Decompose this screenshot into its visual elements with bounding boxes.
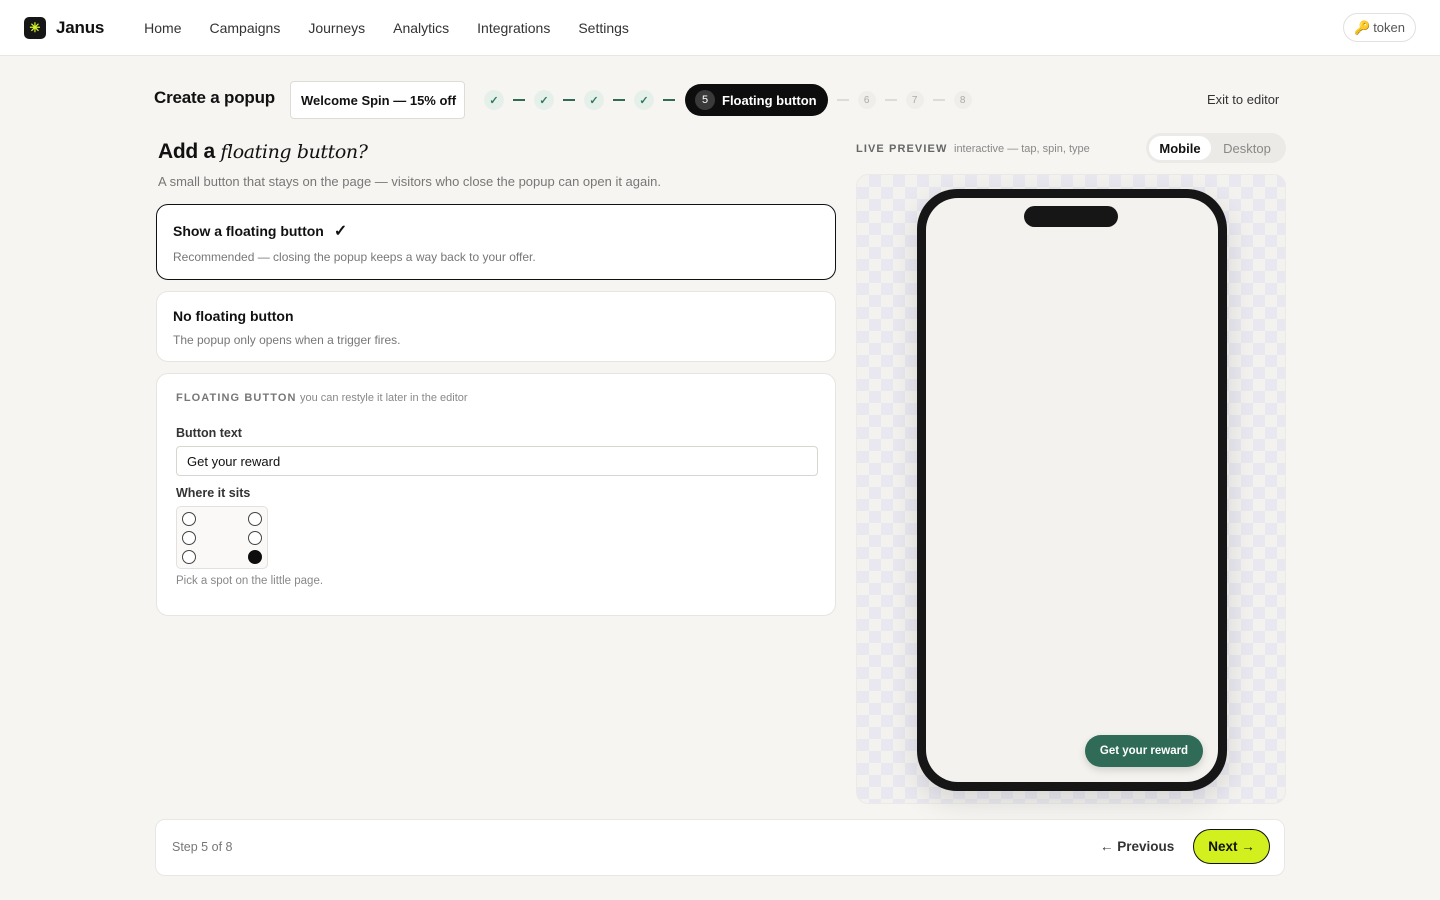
option-title: No floating button (173, 308, 819, 324)
step-connector (613, 99, 625, 101)
phone-frame: Get your reward (917, 189, 1227, 791)
nav-item-journeys[interactable]: Journeys (308, 20, 365, 36)
step-1-done-check-icon[interactable]: ✓ (484, 90, 504, 110)
nav-item-home[interactable]: Home (144, 20, 181, 36)
wizard-stepper: ✓ ✓ ✓ ✓ 5 Floating button 6 7 8 (484, 84, 972, 116)
live-preview-note: interactive — tap, spin, type (954, 143, 1090, 155)
exit-to-editor-link[interactable]: Exit to editor (1207, 92, 1279, 107)
step-8: 8 (953, 91, 972, 109)
checkmark-icon: ✓ (333, 223, 348, 240)
option-show-floating-button[interactable]: Show a floating button ✓ Recommended — c… (156, 204, 836, 280)
page-title: Create a popup (154, 88, 275, 107)
button-text-input[interactable] (176, 446, 818, 476)
device-toggle-mobile[interactable]: Mobile (1149, 136, 1211, 160)
position-middle-right-radio[interactable] (248, 531, 262, 545)
nav-item-campaigns[interactable]: Campaigns (210, 20, 281, 36)
preview-floating-button[interactable]: Get your reward (1085, 735, 1203, 767)
nav-item-analytics[interactable]: Analytics (393, 20, 449, 36)
option-title-text: Show a floating button (173, 223, 324, 239)
step-active-label: Floating button (722, 92, 817, 108)
position-top-left-radio[interactable] (182, 512, 196, 526)
config-eyebrow: FLOATING BUTTON (176, 392, 297, 404)
brand-logo-icon: ✳ (24, 16, 46, 39)
step-connector (836, 99, 849, 101)
position-picker (176, 506, 268, 569)
step-6: 6 (857, 91, 876, 109)
token-label: token (1373, 20, 1405, 35)
section-heading-italic: floating button? (220, 141, 368, 163)
step-active-number: 5 (695, 90, 715, 110)
previous-button[interactable]: ← Previous (1100, 839, 1174, 854)
position-hint: Pick a spot on the little page. (176, 575, 324, 587)
option-no-floating-button[interactable]: No floating button The popup only opens … (156, 291, 836, 362)
option-description: Recommended — closing the popup keeps a … (173, 250, 536, 264)
section-subtitle: A small button that stays on the page — … (158, 174, 661, 189)
token-button[interactable]: 🔑 token (1343, 13, 1416, 42)
step-connector (884, 99, 897, 101)
position-middle-left-radio[interactable] (182, 531, 196, 545)
button-text-label: Button text (176, 426, 242, 440)
next-button[interactable]: Next → (1193, 829, 1270, 864)
phone-notch (1024, 206, 1118, 227)
position-bottom-left-radio[interactable] (182, 550, 196, 564)
position-top-right-radio[interactable] (248, 512, 262, 526)
nav-item-integrations[interactable]: Integrations (477, 20, 550, 36)
phone-screen[interactable]: Get your reward (926, 198, 1218, 782)
device-toggle-desktop[interactable]: Desktop (1211, 136, 1283, 160)
section-heading: Add a floating button? (158, 140, 368, 164)
key-icon: 🔑 (1354, 19, 1371, 35)
step-5-active[interactable]: 5 Floating button (685, 84, 828, 116)
config-note: you can restyle it later in the editor (300, 392, 468, 404)
floating-button-config-card: FLOATING BUTTON you can restyle it later… (156, 373, 836, 616)
position-label: Where it sits (176, 486, 251, 500)
option-title: Show a floating button ✓ (173, 221, 819, 241)
brand[interactable]: ✳ Janus (24, 16, 105, 39)
step-count: Step 5 of 8 (172, 840, 233, 854)
wizard-footer: Step 5 of 8 ← Previous Next → (155, 819, 1285, 876)
live-preview-label: LIVE PREVIEW (856, 143, 948, 155)
position-bottom-right-radio[interactable] (248, 550, 262, 564)
step-2-done-check-icon[interactable]: ✓ (534, 90, 554, 110)
main-nav: Home Campaigns Journeys Analytics Integr… (144, 20, 657, 36)
nav-item-settings[interactable]: Settings (578, 20, 629, 36)
device-toggle: Mobile Desktop (1146, 133, 1286, 163)
step-connector (513, 99, 525, 101)
step-7: 7 (905, 91, 924, 109)
step-connector (663, 99, 675, 101)
preview-canvas[interactable]: Get your reward (856, 174, 1286, 804)
top-navigation-bar: ✳ Janus Home Campaigns Journeys Analytic… (0, 0, 1440, 56)
step-connector (563, 99, 575, 101)
brand-name: Janus (56, 17, 105, 37)
option-description: The popup only opens when a trigger fire… (173, 333, 401, 347)
option-title-text: No floating button (173, 308, 294, 324)
section-heading-plain: Add a (158, 140, 215, 163)
step-connector (932, 99, 945, 101)
step-4-done-check-icon[interactable]: ✓ (634, 90, 654, 110)
campaign-name-field[interactable]: Welcome Spin — 15% off (290, 81, 465, 119)
step-3-done-check-icon[interactable]: ✓ (584, 90, 604, 110)
